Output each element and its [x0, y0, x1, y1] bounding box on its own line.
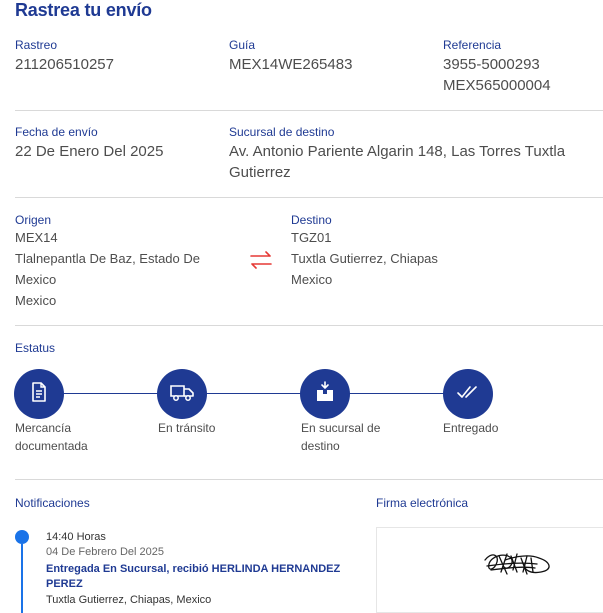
step-label-en-transito: En tránsito [158, 419, 215, 437]
step-en-sucursal [300, 369, 350, 419]
origen-field: Origen MEX14 Tlalnepantla De Baz, Estado… [15, 213, 200, 311]
rastreo-label: Rastreo [15, 38, 58, 52]
document-icon [29, 381, 49, 408]
divider [15, 197, 603, 198]
origen-line-3: Mexico [15, 293, 57, 308]
step-label-documentada: Mercancía documentada [15, 419, 88, 455]
signature-image [484, 553, 550, 575]
step-label-line: Mercancía [15, 421, 72, 435]
fecha-field: Fecha de envío 22 De Enero Del 2025 [15, 125, 163, 162]
truck-icon [169, 382, 195, 407]
event-date: 04 De Febrero Del 2025 [46, 546, 165, 558]
step-label-line: En sucursal de [301, 421, 381, 435]
step-label-en-sucursal: En sucursal de destino [301, 419, 380, 455]
step-label-line: En tránsito [158, 421, 216, 435]
step-label-line: Entregado [443, 421, 499, 435]
signature-title: Firma electrónica [376, 496, 469, 510]
referencia-value-2: MEX565000004 [443, 77, 551, 94]
origen-code: MEX14 [15, 230, 58, 245]
step-entregado [443, 369, 493, 419]
sucursal-value-2: Gutierrez [229, 164, 291, 181]
destino-line-1: Tuxtla Gutierrez, Chiapas [291, 251, 438, 266]
sucursal-value-1: Av. Antonio Pariente Algarin 148, Las To… [229, 143, 566, 160]
destino-code: TGZ01 [291, 230, 332, 245]
page-title: Rastrea tu envío [15, 0, 152, 20]
referencia-value-1: 3955-5000293 [443, 56, 540, 73]
fecha-value: 22 De Enero Del 2025 [15, 143, 164, 160]
sucursal-label: Sucursal de destino [229, 125, 335, 139]
rastreo-value: 211206510257 [15, 56, 114, 73]
divider [15, 479, 603, 480]
timeline-dot [15, 530, 29, 544]
guia-field: Guía MEX14WE265483 [229, 38, 352, 75]
double-check-icon [456, 383, 480, 406]
timeline-line [21, 544, 23, 613]
step-en-transito [157, 369, 207, 419]
notifications-title: Notificaciones [15, 496, 90, 510]
event-location: Tuxtla Gutierrez, Chiapas, Mexico [46, 594, 212, 606]
step-label-line: destino [301, 439, 340, 453]
origen-line-2: Mexico [15, 272, 57, 287]
status-label: Estatus [15, 341, 56, 355]
swap-arrows-icon [248, 249, 274, 271]
guia-label: Guía [229, 38, 256, 52]
referencia-label: Referencia [443, 38, 502, 52]
divider [15, 110, 603, 111]
event-description: Entregada En Sucursal, recibió HERLINDA … [46, 563, 341, 590]
box-icon [314, 380, 336, 408]
origen-line-1: Tlalnepantla De Baz, Estado De [15, 251, 200, 266]
destino-field: Destino TGZ01 Tuxtla Gutierrez, Chiapas … [291, 213, 438, 290]
destino-line-2: Mexico [291, 272, 333, 287]
rastreo-field: Rastreo 211206510257 [15, 38, 114, 75]
step-documentada [14, 369, 64, 419]
step-label-entregado: Entregado [443, 419, 498, 437]
step-label-line: documentada [15, 439, 88, 453]
origen-label: Origen [15, 213, 52, 227]
status-track-line [39, 393, 467, 394]
fecha-label: Fecha de envío [15, 125, 98, 139]
event-time: 14:40 Horas [46, 531, 106, 543]
sucursal-field: Sucursal de destino Av. Antonio Pariente… [229, 125, 565, 183]
destino-label: Destino [291, 213, 332, 227]
referencia-field: Referencia 3955-5000293 MEX565000004 [443, 38, 551, 96]
guia-value: MEX14WE265483 [229, 56, 353, 73]
signature-box [376, 527, 603, 613]
divider [15, 325, 603, 326]
